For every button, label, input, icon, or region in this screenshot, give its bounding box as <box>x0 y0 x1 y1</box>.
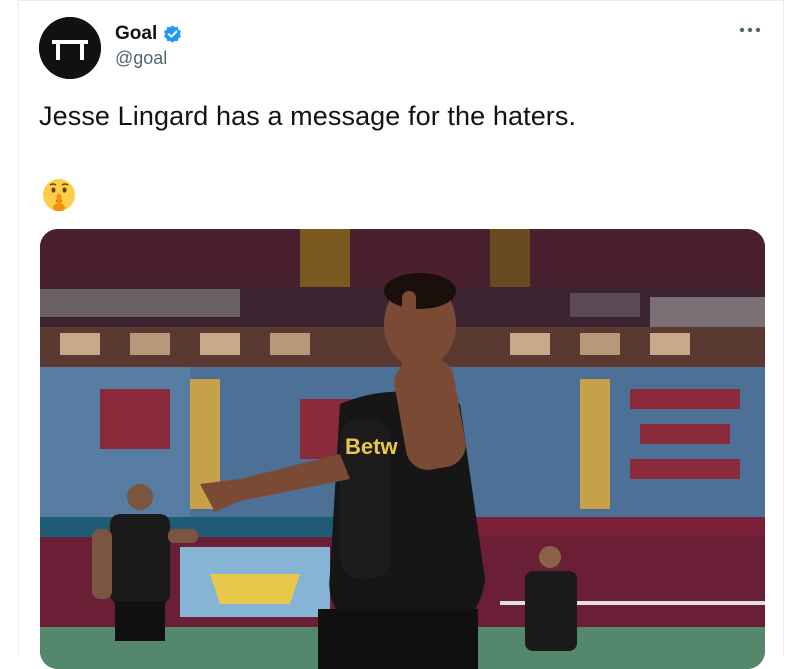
shushing-face-emoji-icon <box>43 179 75 211</box>
shirt-sponsor: Betw <box>345 434 398 459</box>
media-photo: Betw 11 <box>40 229 765 669</box>
tweet-media-image[interactable]: Betw 11 <box>40 229 765 669</box>
display-name[interactable]: Goal <box>115 23 157 45</box>
goal-logo-icon <box>39 17 101 79</box>
more-icon[interactable] <box>739 25 761 35</box>
tweet-card[interactable]: Goal @goal Jesse Lingard has a message f… <box>18 0 784 669</box>
handle[interactable]: @goal <box>115 48 183 69</box>
avatar[interactable] <box>39 17 101 79</box>
verified-badge-icon <box>164 24 182 43</box>
author-block: Goal @goal <box>115 23 183 69</box>
tweet-text: Jesse Lingard has a message for the hate… <box>39 101 577 131</box>
